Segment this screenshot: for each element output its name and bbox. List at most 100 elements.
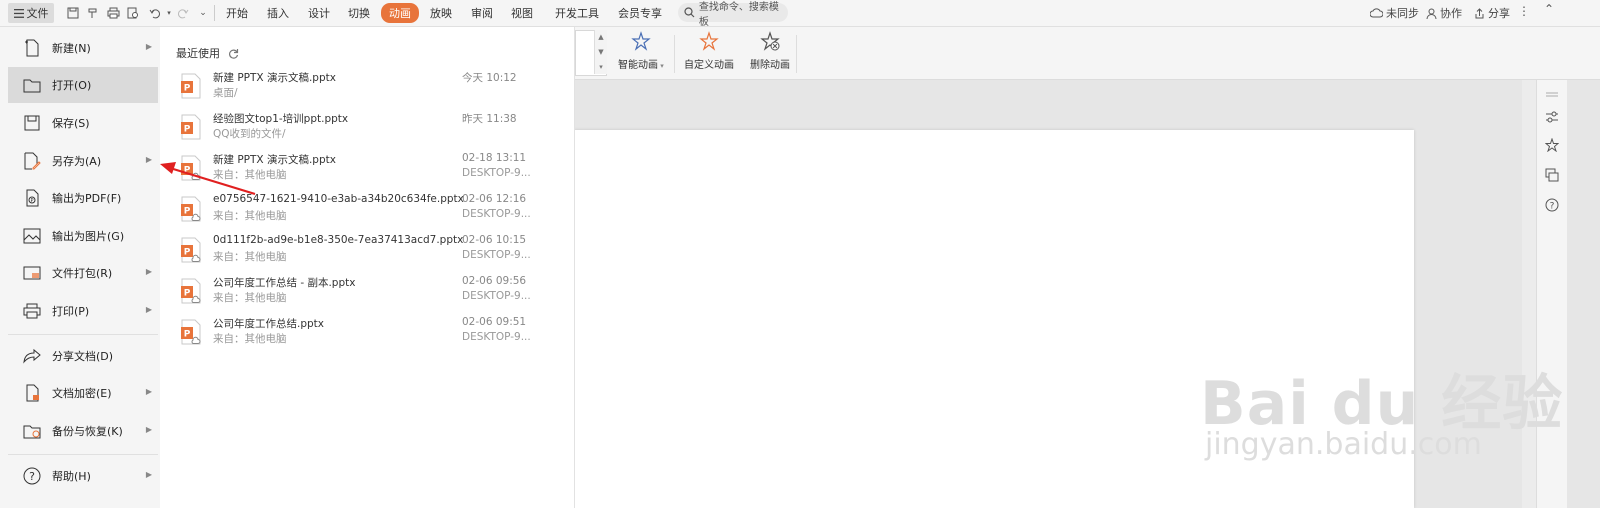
share-button[interactable]: 分享 — [1474, 5, 1510, 21]
tab-animation[interactable]: 动画 — [381, 3, 419, 23]
menu-item-open[interactable]: 打开(O) — [8, 67, 158, 103]
tab-review[interactable]: 审阅 — [471, 5, 493, 21]
command-search[interactable]: 查找命令、搜索模板 — [678, 2, 788, 28]
menu-label: 备份与恢复(K) — [52, 425, 123, 438]
recent-header: 最近使用 — [176, 45, 239, 61]
submenu-arrow-icon: ▶ — [145, 42, 152, 51]
gallery-expand-icon[interactable]: ▾ — [599, 63, 603, 71]
menu-label: 输出为图片(G) — [52, 230, 125, 243]
menu-item-print[interactable]: 打印(P) ▶ — [8, 293, 158, 329]
svg-text:P: P — [184, 207, 191, 217]
redo-icon[interactable] — [174, 4, 192, 22]
menu-item-share[interactable]: 分享文档(D) — [8, 338, 158, 374]
submenu-arrow-icon: ▶ — [145, 267, 152, 276]
svg-text:?: ? — [29, 470, 35, 483]
print-preview-icon[interactable] — [124, 4, 142, 22]
tab-slideshow[interactable]: 放映 — [430, 5, 452, 21]
menu-label: 打开(O) — [52, 79, 92, 92]
submenu-arrow-icon: ▶ — [145, 305, 152, 314]
menu-item-backup[interactable]: 备份与恢复(K) ▶ — [8, 413, 158, 449]
sync-status[interactable]: 未同步 — [1370, 5, 1419, 21]
tab-home[interactable]: 开始 — [226, 5, 248, 21]
share-icon — [1475, 7, 1484, 18]
save-as-icon — [22, 151, 42, 171]
annotation-arrow — [160, 162, 256, 196]
submenu-arrow-icon: ▶ — [145, 470, 152, 479]
help-icon: ? — [22, 466, 42, 486]
submenu-arrow-icon: ▶ — [145, 425, 152, 434]
recent-title: 最近使用 — [176, 47, 220, 60]
file-time: 今天 10:12 — [462, 72, 517, 84]
menu-label: 输出为PDF(F) — [52, 192, 122, 205]
arrow-shaft — [169, 166, 256, 196]
help-circle-icon[interactable]: ? — [1543, 196, 1561, 214]
customize-toolbar-icon[interactable]: ⌄ — [194, 4, 212, 22]
properties-icon[interactable] — [1543, 108, 1561, 126]
menu-label: 帮助(H) — [52, 470, 91, 483]
recent-file-item[interactable]: P 新建 PPTX 演示文稿.pptx 桌面/今天 10:12 — [176, 67, 560, 107]
pptx-file-icon: P — [181, 237, 201, 263]
menu-separator — [8, 334, 158, 335]
tab-member[interactable]: 会员专享 — [618, 5, 662, 21]
quick-save-icon[interactable] — [64, 4, 82, 22]
file-source: DESKTOP-9... — [462, 331, 531, 343]
tab-view[interactable]: 视图 — [511, 5, 533, 21]
search-placeholder: 查找命令、搜索模板 — [698, 1, 779, 28]
file-time: 02-06 12:16 — [462, 193, 527, 205]
collab-button[interactable]: 协作 — [1426, 5, 1462, 21]
menu-item-help[interactable]: ? 帮助(H) ▶ — [8, 458, 158, 494]
gallery-up-icon[interactable]: ▲ — [598, 33, 603, 41]
menu-separator — [8, 454, 158, 455]
tab-insert[interactable]: 插入 — [267, 5, 289, 21]
custom-animation-button[interactable]: 自定义动画 — [684, 30, 734, 71]
hamburger-icon — [13, 8, 24, 18]
gallery-down-icon[interactable]: ▼ — [598, 48, 603, 56]
menu-item-save-as[interactable]: 另存为(A) ▶ — [8, 143, 158, 179]
menu-item-package[interactable]: 文件打包(R) ▶ — [8, 255, 158, 291]
recent-files-panel: 最近使用 P 新建 PPTX 演示文稿.pptx 桌面/今天 10:12 P 经验图文t… — [160, 27, 575, 508]
recent-file-item[interactable]: P 0d111f2b-ad9e-b1e8-350e-7ea37413acd7.pp… — [176, 231, 560, 271]
svg-text:P: P — [184, 289, 191, 299]
file-menu-button[interactable]: 文件 — [8, 3, 54, 23]
menu-item-new[interactable]: 新建(N) ▶ — [8, 30, 158, 66]
share-doc-icon — [22, 346, 42, 366]
recent-file-item[interactable]: P 公司年度工作总结.pptx 来自：其他电脑 02-06 09:51 DESKTOP-… — [176, 313, 560, 353]
pptx-file-icon: P — [181, 73, 201, 99]
tab-transition[interactable]: 切换 — [348, 5, 370, 21]
menu-item-save[interactable]: 保存(S) — [8, 105, 158, 141]
animation-pane-icon[interactable] — [1543, 136, 1561, 154]
menu-label: 保存(S) — [52, 117, 90, 130]
smart-animation-button[interactable]: 智能动画 ▾ — [618, 30, 664, 71]
menu-label: 新建(N) — [52, 42, 91, 55]
file-name: 经验图文top1-培训ppt.pptx — [213, 113, 349, 125]
menu-item-export-image[interactable]: 输出为图片(G) — [8, 218, 158, 254]
custom-star-icon — [698, 30, 720, 52]
svg-text:P: P — [184, 330, 191, 340]
format-painter-icon[interactable] — [84, 4, 102, 22]
more-options-icon[interactable]: ⋮ — [1518, 4, 1530, 18]
toolbar-divider — [214, 5, 215, 21]
collapse-ribbon-icon[interactable]: ⌃ — [1544, 2, 1554, 16]
ribbon-divider — [796, 35, 797, 73]
file-source: DESKTOP-9... — [462, 167, 531, 179]
recent-file-item[interactable]: P 公司年度工作总结 - 副本.pptx 来自：其他电脑 02-06 09:56 DES… — [176, 272, 560, 312]
delete-animation-button[interactable]: 删除动画 — [750, 30, 790, 71]
file-name: 新建 PPTX 演示文稿.pptx — [213, 72, 336, 84]
menu-item-export-pdf[interactable]: P 输出为PDF(F) — [8, 180, 158, 216]
file-location: 来自：其他电脑 — [213, 292, 287, 304]
vertical-scrollbar[interactable] — [1522, 80, 1536, 508]
gallery-scroller[interactable]: ▲ ▼ ▾ — [594, 30, 607, 74]
baidu-watermark: Bai du 经验 jingyan.baidu.com — [1200, 355, 1563, 462]
refresh-icon[interactable] — [228, 48, 239, 59]
file-time: 02-06 09:51 — [462, 316, 527, 328]
menu-item-encrypt[interactable]: 文档加密(E) ▶ — [8, 375, 158, 411]
svg-text:?: ? — [1550, 202, 1555, 212]
recent-file-item[interactable]: P 经验图文top1-培训ppt.pptx QQ收到的文件/昨天 11:38 — [176, 108, 560, 148]
slide-switch-icon[interactable] — [1543, 166, 1561, 184]
file-menu: 新建(N) ▶ 打开(O) 保存(S) 另存为(A) ▶ P 输出为PDF(F)… — [0, 27, 161, 508]
print-icon[interactable] — [104, 4, 122, 22]
print-icon — [22, 301, 42, 321]
tab-design[interactable]: 设计 — [308, 5, 330, 21]
tab-developer[interactable]: 开发工具 — [555, 5, 599, 21]
smart-star-icon — [630, 30, 652, 52]
